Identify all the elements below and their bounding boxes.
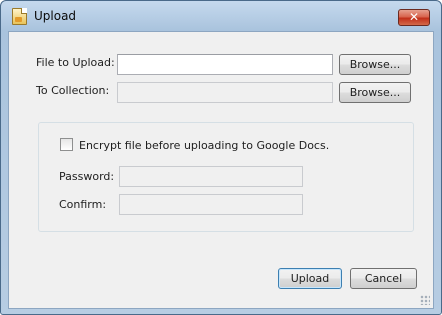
close-icon: ✕	[408, 10, 420, 24]
dialog-body: File to Upload: Browse... To Collection:…	[8, 31, 434, 309]
password-input	[119, 166, 303, 187]
upload-dialog: Upload ✕ File to Upload: Browse... To Co…	[0, 0, 442, 315]
to-collection-label: To Collection:	[36, 84, 110, 97]
title-bar[interactable]: Upload ✕	[1, 1, 441, 31]
confirm-label: Confirm:	[59, 198, 107, 211]
window-title: Upload	[34, 9, 77, 23]
upload-app-icon	[12, 8, 27, 25]
confirm-input	[119, 194, 303, 215]
browse-collection-button[interactable]: Browse...	[339, 82, 411, 103]
encrypt-checkbox[interactable]	[60, 138, 73, 151]
file-to-upload-label: File to Upload:	[36, 56, 115, 69]
cancel-button[interactable]: Cancel	[350, 268, 417, 289]
to-collection-input	[117, 82, 333, 103]
upload-button[interactable]: Upload	[278, 268, 342, 289]
browse-file-button[interactable]: Browse...	[339, 54, 411, 75]
password-label: Password:	[59, 170, 115, 183]
page-fold	[21, 8, 27, 14]
encrypt-checkbox-label[interactable]: Encrypt file before uploading to Google …	[79, 139, 329, 152]
close-button[interactable]: ✕	[398, 9, 430, 26]
file-to-upload-input[interactable]	[117, 54, 333, 75]
resize-grip-icon[interactable]	[420, 295, 430, 305]
app-mark	[15, 17, 22, 22]
